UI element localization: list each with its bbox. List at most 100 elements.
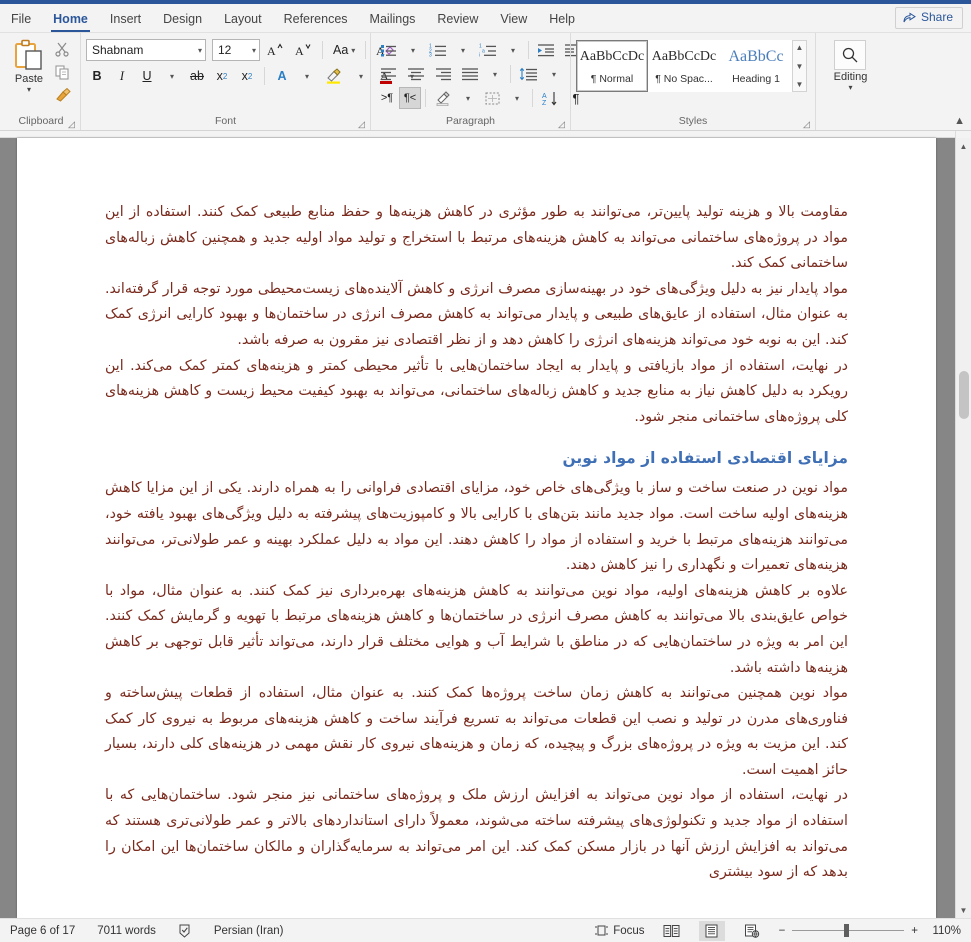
focus-mode-button[interactable]: Focus (595, 924, 645, 937)
change-case-caret-icon[interactable]: ▾ (351, 46, 355, 55)
proofing-check-icon[interactable] (178, 924, 192, 938)
text-effects-caret-icon[interactable]: ▾ (296, 65, 318, 87)
styles-scroll-up-icon[interactable]: ▲ (796, 43, 804, 52)
sort-button[interactable]: A Z (537, 87, 564, 109)
scrollbar-split-handle[interactable] (956, 131, 971, 138)
multilevel-list-caret-icon[interactable]: ▾ (502, 39, 524, 61)
style-normal[interactable]: AaBbCcDc ¶ Normal (576, 40, 648, 92)
page-number-status[interactable]: Page 6 of 17 (10, 925, 75, 937)
align-center-button[interactable] (403, 63, 429, 85)
underline-caret-icon[interactable]: ▾ (161, 65, 183, 87)
clipboard-dialog-launcher-icon[interactable]: ◿ (68, 119, 78, 129)
styles-gallery-scroll[interactable]: ▲ ▼ ▼ (792, 40, 807, 92)
zoom-level-label[interactable]: 110% (925, 925, 961, 937)
font-size-caret-icon[interactable]: ▾ (252, 46, 256, 55)
read-mode-button[interactable] (659, 921, 685, 941)
font-name-combobox[interactable]: Shabnam ▾ (86, 39, 206, 61)
copy-button[interactable] (52, 62, 72, 82)
styles-dialog-launcher-icon[interactable]: ◿ (803, 119, 813, 129)
font-size-value: 12 (218, 43, 232, 57)
ribbon: Paste ▾ Clipboard ◿ Shabnam ▾ 12 ▾ A A A… (0, 33, 971, 131)
justify-caret-icon[interactable]: ▾ (484, 63, 506, 85)
style-heading-1[interactable]: AaBbCc Heading 1 (720, 40, 792, 92)
grow-font-button[interactable]: A (263, 39, 288, 61)
collapse-ribbon-icon[interactable]: ▲ (954, 115, 965, 127)
document-page[interactable]: مقاومت بالا و هزینه تولید پایین‌تر، می‌ت… (17, 138, 936, 918)
bullets-button[interactable] (376, 39, 401, 61)
superscript-button[interactable]: x2 (236, 65, 258, 87)
web-layout-button[interactable] (739, 921, 765, 941)
paste-dropdown-caret-icon[interactable]: ▾ (27, 86, 31, 94)
styles-scroll-down-icon[interactable]: ▼ (796, 62, 804, 71)
tab-view[interactable]: View (489, 7, 538, 33)
underline-button[interactable]: U (136, 65, 158, 87)
vertical-scrollbar[interactable]: ▲ ▼ (955, 131, 971, 918)
style-no-spacing-preview: AaBbCcDc (651, 48, 717, 64)
font-size-combobox[interactable]: 12 ▾ (212, 39, 260, 61)
rtl-text-direction-button[interactable]: ¶< (399, 87, 421, 109)
styles-more-icon[interactable]: ▼ (796, 80, 804, 89)
paragraph-7: در نهایت، استفاده از مواد نوین می‌تواند … (105, 787, 848, 881)
format-painter-button[interactable] (52, 85, 72, 105)
editing-button[interactable]: Editing ▾ (834, 36, 867, 92)
language-status[interactable]: Persian (Iran) (214, 925, 284, 937)
decrease-indent-button[interactable] (533, 39, 559, 61)
zoom-slider-track[interactable] (792, 924, 905, 937)
numbering-caret-icon[interactable]: ▾ (452, 39, 474, 61)
paragraph-5: علاوه بر کاهش هزینه‌های اولیه، مواد نوین… (105, 582, 848, 676)
tab-review[interactable]: Review (426, 7, 489, 33)
shrink-font-button[interactable]: A (291, 39, 316, 61)
paragraph-dialog-launcher-icon[interactable]: ◿ (558, 119, 568, 129)
ltr-text-direction-button[interactable]: >¶ (376, 87, 398, 109)
bullets-caret-icon[interactable]: ▾ (402, 39, 424, 61)
tab-design[interactable]: Design (152, 7, 213, 33)
line-spacing-caret-icon[interactable]: ▾ (543, 63, 565, 85)
tab-insert[interactable]: Insert (99, 7, 152, 33)
svg-text:A: A (267, 44, 276, 58)
align-right-button[interactable] (430, 63, 456, 85)
share-button[interactable]: Share (894, 7, 963, 29)
style-no-spacing[interactable]: AaBbCcDc ¶ No Spac... (648, 40, 720, 92)
scroll-down-arrow-icon[interactable]: ▼ (956, 902, 971, 918)
word-count-status[interactable]: 7011 words (97, 925, 156, 937)
text-effects-button[interactable]: A (271, 65, 293, 87)
style-heading-1-name: Heading 1 (732, 72, 780, 85)
zoom-control[interactable]: − + 110% (779, 924, 961, 937)
editing-dropdown-caret-icon[interactable]: ▾ (848, 84, 852, 92)
shading-caret-icon[interactable]: ▾ (457, 87, 479, 109)
tab-help[interactable]: Help (538, 7, 586, 33)
font-name-caret-icon[interactable]: ▾ (198, 46, 202, 55)
zoom-out-button[interactable]: − (779, 925, 786, 937)
tab-references[interactable]: References (273, 7, 359, 33)
borders-caret-icon[interactable]: ▾ (506, 87, 528, 109)
tab-file[interactable]: File (0, 7, 42, 33)
ruler-strip (0, 131, 971, 138)
subscript-button[interactable]: x2 (211, 65, 233, 87)
shading-button[interactable] (430, 87, 456, 109)
print-layout-button[interactable] (698, 920, 725, 941)
cut-button[interactable] (52, 39, 72, 59)
tab-layout[interactable]: Layout (213, 7, 273, 33)
scrollbar-thumb[interactable] (959, 371, 969, 419)
line-spacing-button[interactable] (515, 63, 542, 85)
svg-text:A: A (295, 44, 304, 58)
align-left-button[interactable] (376, 63, 402, 85)
page-content[interactable]: مقاومت بالا و هزینه تولید پایین‌تر، می‌ت… (17, 138, 936, 886)
paste-button[interactable]: Paste ▾ (7, 36, 51, 94)
bold-button[interactable]: B (86, 65, 108, 87)
text-highlight-caret-icon[interactable]: ▾ (350, 65, 372, 87)
change-case-button[interactable]: Aa ▾ (329, 39, 359, 61)
borders-button[interactable] (480, 87, 505, 109)
tab-mailings[interactable]: Mailings (359, 7, 427, 33)
zoom-in-button[interactable]: + (911, 925, 918, 937)
zoom-slider-thumb[interactable] (844, 924, 850, 937)
scroll-up-arrow-icon[interactable]: ▲ (956, 138, 971, 154)
strikethrough-button[interactable]: ab (186, 65, 208, 87)
tab-home[interactable]: Home (42, 7, 99, 33)
multilevel-list-button[interactable]: 1 a i (475, 39, 501, 61)
numbering-button[interactable]: 1 2 3 (425, 39, 451, 61)
text-highlight-button[interactable] (321, 65, 347, 87)
italic-button[interactable]: I (111, 65, 133, 87)
justify-button[interactable] (457, 63, 483, 85)
font-dialog-launcher-icon[interactable]: ◿ (358, 119, 368, 129)
